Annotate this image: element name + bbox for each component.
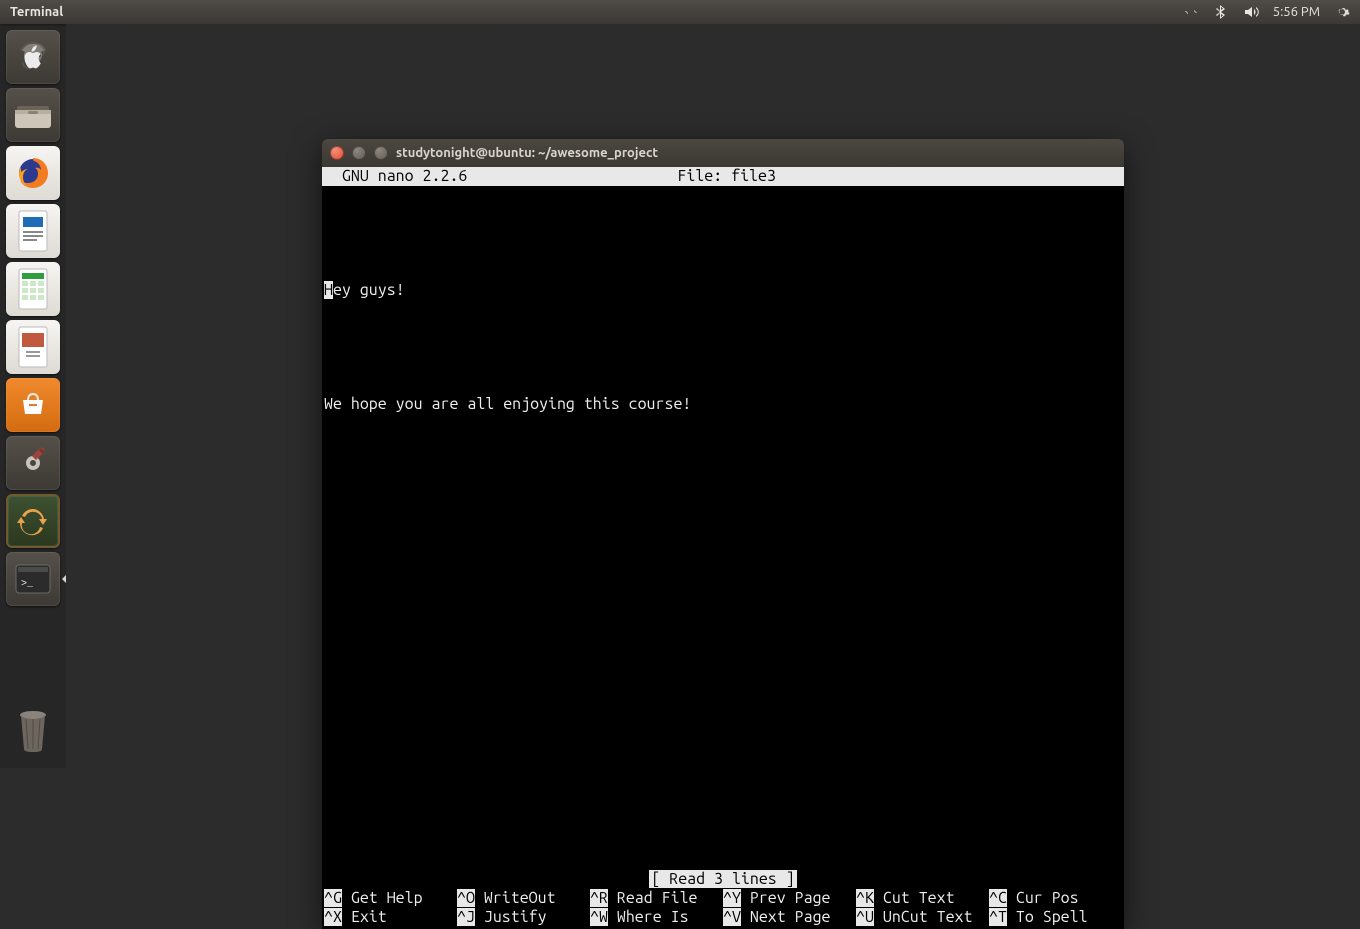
- nano-shortcut: ^Y Prev Page: [723, 889, 856, 908]
- nano-shortcut: ^C Cur Pos: [989, 889, 1122, 908]
- gear-icon[interactable]: [1334, 4, 1350, 20]
- nano-shortcut: ^K Cut Text: [856, 889, 989, 908]
- window-titlebar[interactable]: studytonight@ubuntu: ~/awesome_project: [322, 139, 1124, 167]
- nano-shortcut: ^X Exit: [324, 908, 457, 927]
- window-minimize-button[interactable]: [352, 146, 366, 160]
- window-title: studytonight@ubuntu: ~/awesome_project: [396, 146, 658, 160]
- terminal-window: studytonight@ubuntu: ~/awesome_project G…: [322, 139, 1124, 929]
- dash-icon[interactable]: [6, 30, 60, 84]
- active-app-name: Terminal: [0, 5, 63, 19]
- editor-line: [324, 338, 1122, 357]
- nano-shortcut: ^T To Spell: [989, 908, 1122, 927]
- launcher: >_: [0, 24, 66, 768]
- writer-icon[interactable]: [6, 204, 60, 258]
- terminal-body[interactable]: GNU nano 2.2.6File: file3 Hey guys! We h…: [322, 167, 1124, 929]
- window-close-button[interactable]: [330, 146, 344, 160]
- editor-blank-line: [324, 224, 1122, 243]
- nano-shortcut: ^R Read File: [590, 889, 723, 908]
- impress-icon[interactable]: [6, 320, 60, 374]
- nano-editor[interactable]: Hey guys! We hope you are all enjoying t…: [322, 186, 1124, 870]
- network-icon[interactable]: [1183, 4, 1199, 20]
- cursor: H: [324, 281, 333, 299]
- bluetooth-icon[interactable]: [1213, 4, 1229, 20]
- nano-header: GNU nano 2.2.6File: file3: [322, 167, 1124, 186]
- settings-icon[interactable]: [6, 436, 60, 490]
- firefox-icon[interactable]: [6, 146, 60, 200]
- menu-bar: Terminal 5:56 PM: [0, 0, 1360, 24]
- updater-icon[interactable]: [6, 494, 60, 548]
- software-center-icon[interactable]: [6, 378, 60, 432]
- nano-shortcut: ^O WriteOut: [457, 889, 590, 908]
- editor-line: We hope you are all enjoying this course…: [324, 395, 1122, 414]
- svg-text:>_: >_: [21, 579, 34, 590]
- system-indicators: 5:56 PM: [1183, 4, 1360, 20]
- nano-shortcut: ^U UnCut Text: [856, 908, 989, 927]
- nano-shortcut: ^W Where Is: [590, 908, 723, 927]
- trash-icon[interactable]: [6, 704, 60, 758]
- clock[interactable]: 5:56 PM: [1273, 5, 1320, 19]
- files-icon[interactable]: [6, 88, 60, 142]
- terminal-icon[interactable]: >_: [6, 552, 60, 606]
- window-maximize-button[interactable]: [374, 146, 388, 160]
- editor-line: Hey guys!: [324, 281, 1122, 300]
- nano-shortcuts: ^G Get Help^O WriteOut^R Read File^Y Pre…: [322, 889, 1124, 929]
- desktop: studytonight@ubuntu: ~/awesome_project G…: [66, 24, 1360, 768]
- nano-shortcut: ^J Justify: [457, 908, 590, 927]
- nano-status: [ Read 3 lines ]: [322, 870, 1124, 889]
- volume-icon[interactable]: [1243, 4, 1259, 20]
- nano-shortcut: ^V Next Page: [723, 908, 856, 927]
- nano-shortcut: ^G Get Help: [324, 889, 457, 908]
- calc-icon[interactable]: [6, 262, 60, 316]
